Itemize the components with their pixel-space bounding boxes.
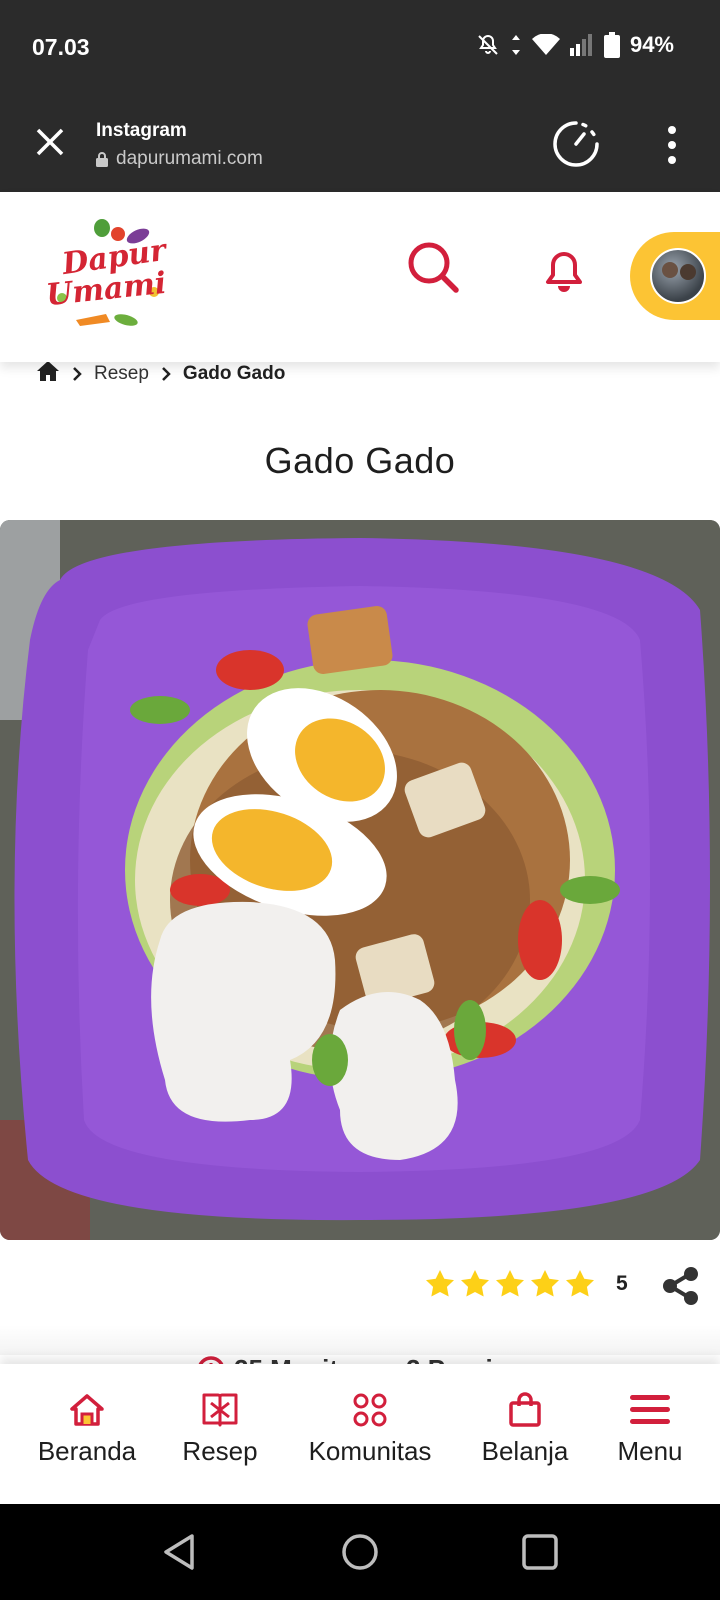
star-icon — [496, 1270, 524, 1297]
close-button[interactable] — [26, 118, 74, 166]
battery-icon — [603, 32, 620, 58]
grid-circles-icon — [350, 1390, 390, 1430]
site-header: Dapur Umami — [0, 192, 720, 362]
star-icon — [461, 1270, 489, 1297]
back-button[interactable] — [160, 1532, 200, 1572]
recents-icon — [522, 1534, 558, 1570]
chevron-right-icon — [162, 367, 171, 381]
status-icons: 94% — [476, 32, 674, 58]
nav-menu[interactable]: Menu — [614, 1364, 686, 1504]
nav-label: Beranda — [37, 1436, 137, 1466]
tab-url[interactable]: dapurumami.com — [96, 148, 263, 170]
bell-off-icon — [476, 33, 500, 57]
battery-percent: 94% — [629, 32, 674, 57]
star-icon — [566, 1270, 594, 1297]
recipe-title: Gado Gado — [264, 440, 456, 481]
star-icon — [531, 1270, 559, 1297]
recipe-photo — [0, 520, 720, 1240]
recipe-book-icon — [200, 1390, 240, 1430]
section-divider — [0, 1325, 720, 1355]
search-icon — [408, 242, 459, 293]
bottom-navigation: Beranda Resep Komunitas Belanja Menu — [0, 1364, 720, 1504]
shopping-bag-icon — [505, 1390, 545, 1430]
browser-toolbar: Instagram dapurumami.com — [0, 98, 720, 192]
breadcrumb-resep[interactable]: Resep — [94, 363, 149, 385]
rating-count: 5 — [616, 1272, 628, 1295]
breadcrumb-home[interactable] — [36, 360, 60, 388]
nav-resep[interactable]: Resep — [180, 1364, 260, 1504]
recents-button[interactable] — [520, 1532, 560, 1572]
home-circle-icon — [342, 1534, 378, 1570]
lock-icon — [96, 151, 108, 167]
nav-label: Resep — [182, 1436, 258, 1466]
tab-url-text: dapurumami.com — [116, 148, 263, 169]
notification-button[interactable] — [544, 250, 584, 294]
data-arrows-icon — [510, 34, 522, 56]
wifi-icon — [531, 34, 560, 56]
avatar — [650, 248, 706, 304]
home-icon — [37, 361, 59, 381]
star-icon — [426, 1270, 454, 1297]
system-navigation — [0, 1504, 720, 1600]
home-icon — [67, 1390, 107, 1430]
speed-button[interactable] — [550, 118, 602, 170]
dapur-umami-logo[interactable]: Dapur Umami — [40, 212, 170, 338]
star-rating[interactable] — [424, 1268, 596, 1300]
speed-icon — [553, 121, 599, 167]
breadcrumb-current: Gado Gado — [182, 363, 286, 384]
nav-belanja[interactable]: Belanja — [478, 1364, 572, 1504]
close-icon — [36, 128, 64, 156]
more-vert-icon — [668, 126, 676, 134]
status-time: 07.03 — [32, 34, 90, 60]
nav-label: Komunitas — [308, 1436, 432, 1466]
bell-icon — [546, 252, 582, 292]
search-button[interactable] — [406, 240, 462, 296]
hamburger-icon — [630, 1390, 670, 1430]
tab-title: Instagram — [96, 120, 187, 141]
home-button[interactable] — [340, 1532, 380, 1572]
signal-icon — [569, 34, 594, 56]
share-button[interactable] — [660, 1266, 700, 1306]
breadcrumb: Resep Gado Gado — [36, 360, 285, 388]
nav-label: Menu — [617, 1436, 683, 1466]
nav-label: Belanja — [481, 1436, 569, 1466]
profile-button[interactable] — [630, 232, 720, 320]
more-options-button[interactable] — [656, 120, 688, 170]
status-bar: 07.03 94% — [0, 0, 720, 98]
nav-beranda[interactable]: Beranda — [37, 1364, 137, 1504]
share-icon — [663, 1267, 698, 1305]
chevron-right-icon — [73, 367, 82, 381]
nav-komunitas[interactable]: Komunitas — [300, 1364, 440, 1504]
back-icon — [164, 1534, 194, 1570]
